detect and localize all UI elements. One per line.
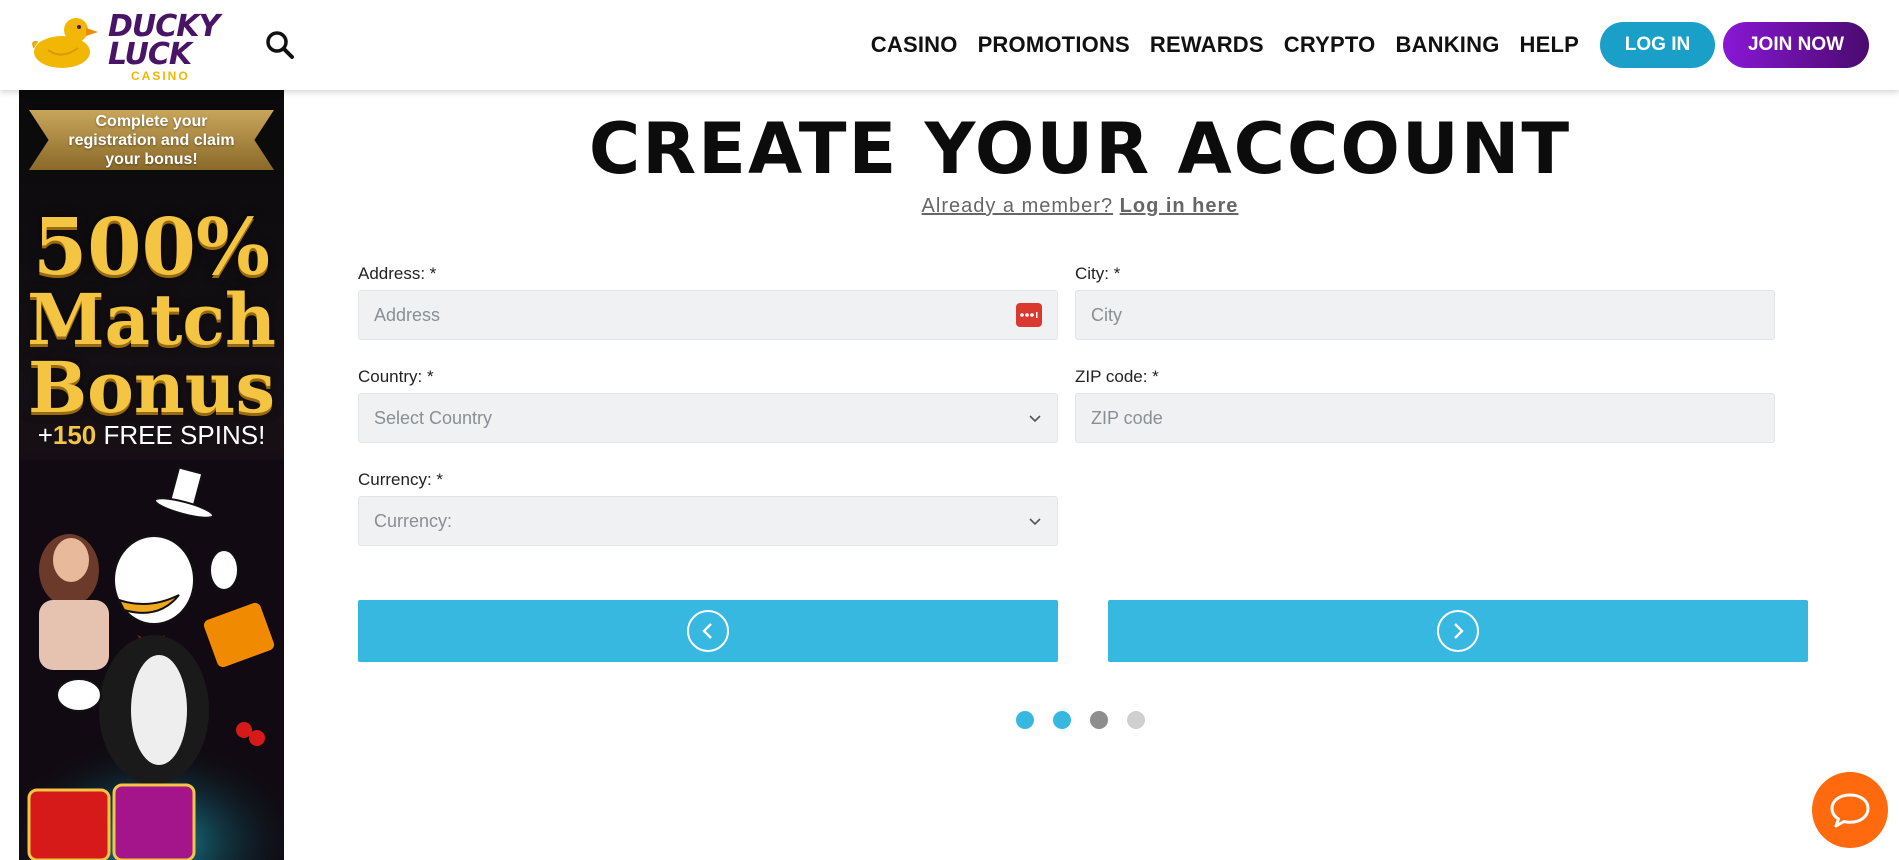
ribbon-text: Complete your registration and claim you… [68, 112, 235, 168]
step-dot-3[interactable] [1090, 711, 1108, 729]
nav-promotions[interactable]: PROMOTIONS [978, 32, 1130, 58]
bonus-word: Bonus [27, 346, 276, 429]
country-selected-value: Select Country [374, 407, 493, 428]
city-field-group: City: * City [1075, 264, 1775, 340]
spins-suffix: FREE SPINS! [96, 420, 266, 450]
free-spins-text: +150 FREE SPINS! [19, 420, 284, 451]
page-title: CREATE YOUR ACCOUNT [588, 108, 1572, 190]
member-text: Already a member? [921, 195, 1114, 217]
country-label: Country: * [358, 367, 434, 386]
live-chat-button[interactable] [1812, 772, 1888, 848]
step-dot-4[interactable] [1127, 711, 1145, 729]
nav-help[interactable]: HELP [1520, 32, 1579, 58]
currency-selected-value: Currency: [374, 510, 453, 531]
site-header: DUCKY LUCK CASINO CASINO PROMOTIONS REWA… [0, 0, 1899, 90]
chevron-right-icon [1437, 610, 1479, 652]
city-label: City: * [1075, 264, 1121, 283]
spins-prefix: + [37, 420, 53, 450]
country-field-group: Country: * Select Country [358, 367, 1058, 443]
logo-text-luck: LUCK [108, 37, 192, 72]
currency-label: Currency: * [358, 470, 444, 489]
nav-crypto[interactable]: CRYPTO [1284, 32, 1376, 58]
promo-banner[interactable]: Complete your registration and claim you… [19, 90, 284, 860]
spins-count: 150 [52, 420, 97, 450]
chevron-down-icon [1029, 518, 1041, 526]
password-manager-icon[interactable] [1016, 303, 1042, 327]
address-label: Address: * [358, 264, 437, 283]
zip-placeholder: ZIP code [1091, 407, 1163, 428]
member-login-line: Already a member? Log in here [560, 195, 1600, 218]
previous-step-button[interactable] [358, 600, 1058, 662]
zip-field-group: ZIP code: * ZIP code [1075, 367, 1775, 443]
nav-rewards[interactable]: REWARDS [1150, 32, 1264, 58]
step-dot-2[interactable] [1053, 711, 1071, 729]
currency-field-group: Currency: * Currency: [358, 470, 1058, 546]
step-dot-1[interactable] [1016, 711, 1034, 729]
mascot-illustration [19, 460, 284, 860]
chat-bubble-icon [1830, 793, 1870, 828]
currency-select[interactable]: Currency: [358, 496, 1058, 546]
step-indicator [1016, 711, 1145, 729]
join-now-button[interactable]: JOIN NOW [1723, 22, 1869, 68]
ducky-luck-logo[interactable]: DUCKY LUCK CASINO [28, 10, 220, 83]
city-input[interactable]: City [1075, 290, 1775, 340]
address-input[interactable]: Address [358, 290, 1058, 340]
chevron-down-icon [1029, 415, 1041, 423]
nav-casino[interactable]: CASINO [871, 32, 958, 58]
zip-input[interactable]: ZIP code [1075, 393, 1775, 443]
next-step-button[interactable] [1108, 600, 1808, 662]
address-field-group: Address: * Address [358, 264, 1058, 340]
chevron-left-icon [687, 610, 729, 652]
country-select[interactable]: Select Country [358, 393, 1058, 443]
search-button[interactable] [263, 28, 297, 62]
zip-label: ZIP code: * [1075, 367, 1159, 386]
address-placeholder: Address [374, 304, 441, 325]
nav-banking[interactable]: BANKING [1395, 32, 1499, 58]
main-nav: CASINO PROMOTIONS REWARDS CRYPTO BANKING… [871, 0, 1579, 90]
login-here-link[interactable]: Log in here [1120, 195, 1239, 217]
banner-ribbon: Complete your registration and claim you… [29, 110, 274, 170]
duck-logo-icon [32, 18, 98, 68]
login-button[interactable]: LOG IN [1600, 22, 1715, 68]
login-here-text: Log in here [1119, 195, 1239, 217]
logo-text-casino: CASINO [131, 69, 190, 83]
city-placeholder: City [1091, 304, 1122, 325]
search-icon [266, 31, 294, 59]
